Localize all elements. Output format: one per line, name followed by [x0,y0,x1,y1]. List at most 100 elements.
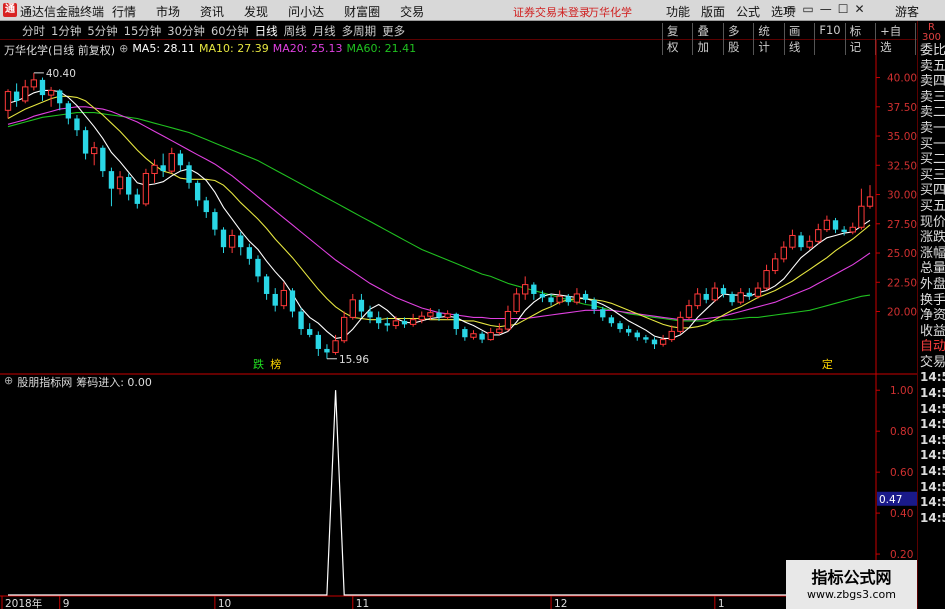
candle-body-up [116,176,124,190]
tab-monthly[interactable]: 月线 [313,23,336,39]
menu-item-wealth[interactable]: 财富圈 [344,3,380,20]
trade-time: 14:56 [920,401,945,416]
candle-body-up [711,287,719,301]
kline-chart[interactable]: 40.00 37.50 35.00 32.50 30.00 27.50 25.00 22.50… [0,40,917,609]
settings-icon[interactable]: ⊕ [119,42,128,58]
candle-body-up [30,79,38,88]
candle-body-up [815,229,822,242]
candle-body-down [177,153,184,166]
candle-body-down [591,299,597,310]
sidebar-item-sell2[interactable]: 卖二 [918,105,945,121]
candle-body-up [754,287,762,297]
layout-icon[interactable]: ▭ [802,2,813,16]
candle-body-up [22,86,29,102]
candle-body-down [479,333,485,340]
candle-body-down [565,296,571,303]
sidebar-item-buy1[interactable]: 买一 [918,137,945,153]
candle-body-down [324,348,330,353]
sidebar-item-earnings[interactable]: 收益 [918,324,945,340]
date-label: 2018年 [5,597,42,609]
tab-multi-period[interactable]: 多周期 [342,23,377,39]
watermark-url: www.zbgs3.com [807,588,896,601]
candle-body-up [496,328,503,334]
close-icon[interactable]: ✕ [854,2,864,16]
indicator-tick-label: 0.60 [890,467,913,479]
menu-item-layout[interactable]: 版面 [701,3,725,20]
sidebar-item-change-pct[interactable]: 涨幅 [918,246,945,262]
candle-body-up [427,312,434,317]
tab-weekly[interactable]: 周线 [284,23,307,39]
indicator-line [8,390,870,596]
date-label: 10 [218,598,231,609]
sidebar-item-sell5[interactable]: 卖五 [918,59,945,75]
sidebar-item-auto[interactable]: 自动 [918,339,945,355]
watermark: 指标公式网 www.zbgs3.com [786,560,917,609]
menu-item-news[interactable]: 资讯 [200,3,224,20]
menu-item-formula[interactable]: 公式 [736,3,760,20]
trade-time: 14:56 [920,386,945,401]
tab-daily[interactable]: 日线 [255,23,278,39]
sidebar-item-change[interactable]: 涨跌 [918,230,945,246]
sidebar-item-sell4[interactable]: 卖四 [918,74,945,90]
sidebar-item-buy5[interactable]: 买五 [918,199,945,215]
sidebar-item-price[interactable]: 现价 [918,215,945,231]
menu-item-discover[interactable]: 发现 [244,3,268,20]
indicator-name[interactable]: 股朋指标网 [17,374,72,390]
sidebar-item-buy4[interactable]: 买四 [918,183,945,199]
candle-body-down [194,182,201,201]
tab-1min[interactable]: 1分钟 [51,23,81,39]
tab-30min[interactable]: 30分钟 [167,23,205,39]
candle-body-up [91,147,98,155]
tab-15min[interactable]: 15分钟 [124,23,162,39]
ma20-line [7,106,871,321]
candle-body-up [858,205,865,228]
trade-time: 14:56 [920,479,945,494]
sidebar-item-outer[interactable]: 外盘 [918,277,945,293]
price-tick-label: 22.50 [887,277,917,289]
indicator-current-value: 0.47 [879,494,902,506]
maximize-icon[interactable]: ☐ [838,2,849,16]
indicator-settings-icon[interactable]: ⊕ [4,374,13,390]
candle-body-down [298,311,304,330]
sidebar-item-sell3[interactable]: 卖三 [918,90,945,106]
trade-time: 14:56 [920,495,945,510]
candle-body-down [272,293,278,306]
sidebar-item-volume[interactable]: 总量 [918,261,945,277]
guest-label[interactable]: 游客 [895,3,919,20]
sidebar-item-net-assets[interactable]: 净资 [918,308,945,324]
candle-body-down [582,293,589,300]
tab-5min[interactable]: 5分钟 [87,23,117,39]
tab-more[interactable]: 更多 [382,23,405,39]
tab-60min[interactable]: 60分钟 [211,23,249,39]
menu-item-trade[interactable]: 交易 [400,3,424,20]
candle-body-up [409,319,417,325]
stock-title[interactable]: 万华化学(日线 前复权) [4,42,115,58]
sidebar-item-buy3[interactable]: 买三 [918,168,945,184]
trade-time: 14:56 [920,370,945,385]
sidebar-item-weibi[interactable]: 委比 [918,43,945,59]
candle-body-down [643,337,649,340]
trade-login-warning[interactable]: 证券交易未登录 [513,4,590,20]
menu-item-function[interactable]: 功能 [666,3,690,20]
restore-icon[interactable]: ▭ [785,2,796,16]
candle-body-down [720,288,727,294]
tab-intraday[interactable]: 分时 [22,23,45,39]
main-legend: 万华化学(日线 前复权) ⊕ MA5: 28.11 MA10: 27.39 MA… [4,42,416,58]
menu-item-quotes[interactable]: 行情 [112,3,136,20]
sidebar-item-trade[interactable]: 交易 [918,355,945,371]
sidebar-item-turnover[interactable]: 换手 [918,293,945,309]
ma10-label: MA10: 27.39 [199,42,269,55]
candle-body-up [151,164,158,174]
sidebar-item-sell1[interactable]: 卖一 [918,121,945,137]
candle-body-up [513,293,520,313]
sidebar-item-buy2[interactable]: 买二 [918,152,945,168]
menu-item-market[interactable]: 市场 [156,3,180,20]
low-mark-label: 15.96 [339,354,369,366]
minimize-icon[interactable]: — [820,2,832,16]
menu-item-ask[interactable]: 问小达 [288,3,324,20]
candle-body-down [746,292,752,297]
watermark-title: 指标公式网 [811,568,892,587]
price-tick-label: 20.00 [887,307,917,319]
candle-body-up [228,234,236,248]
trade-time: 14:56 [920,510,945,525]
